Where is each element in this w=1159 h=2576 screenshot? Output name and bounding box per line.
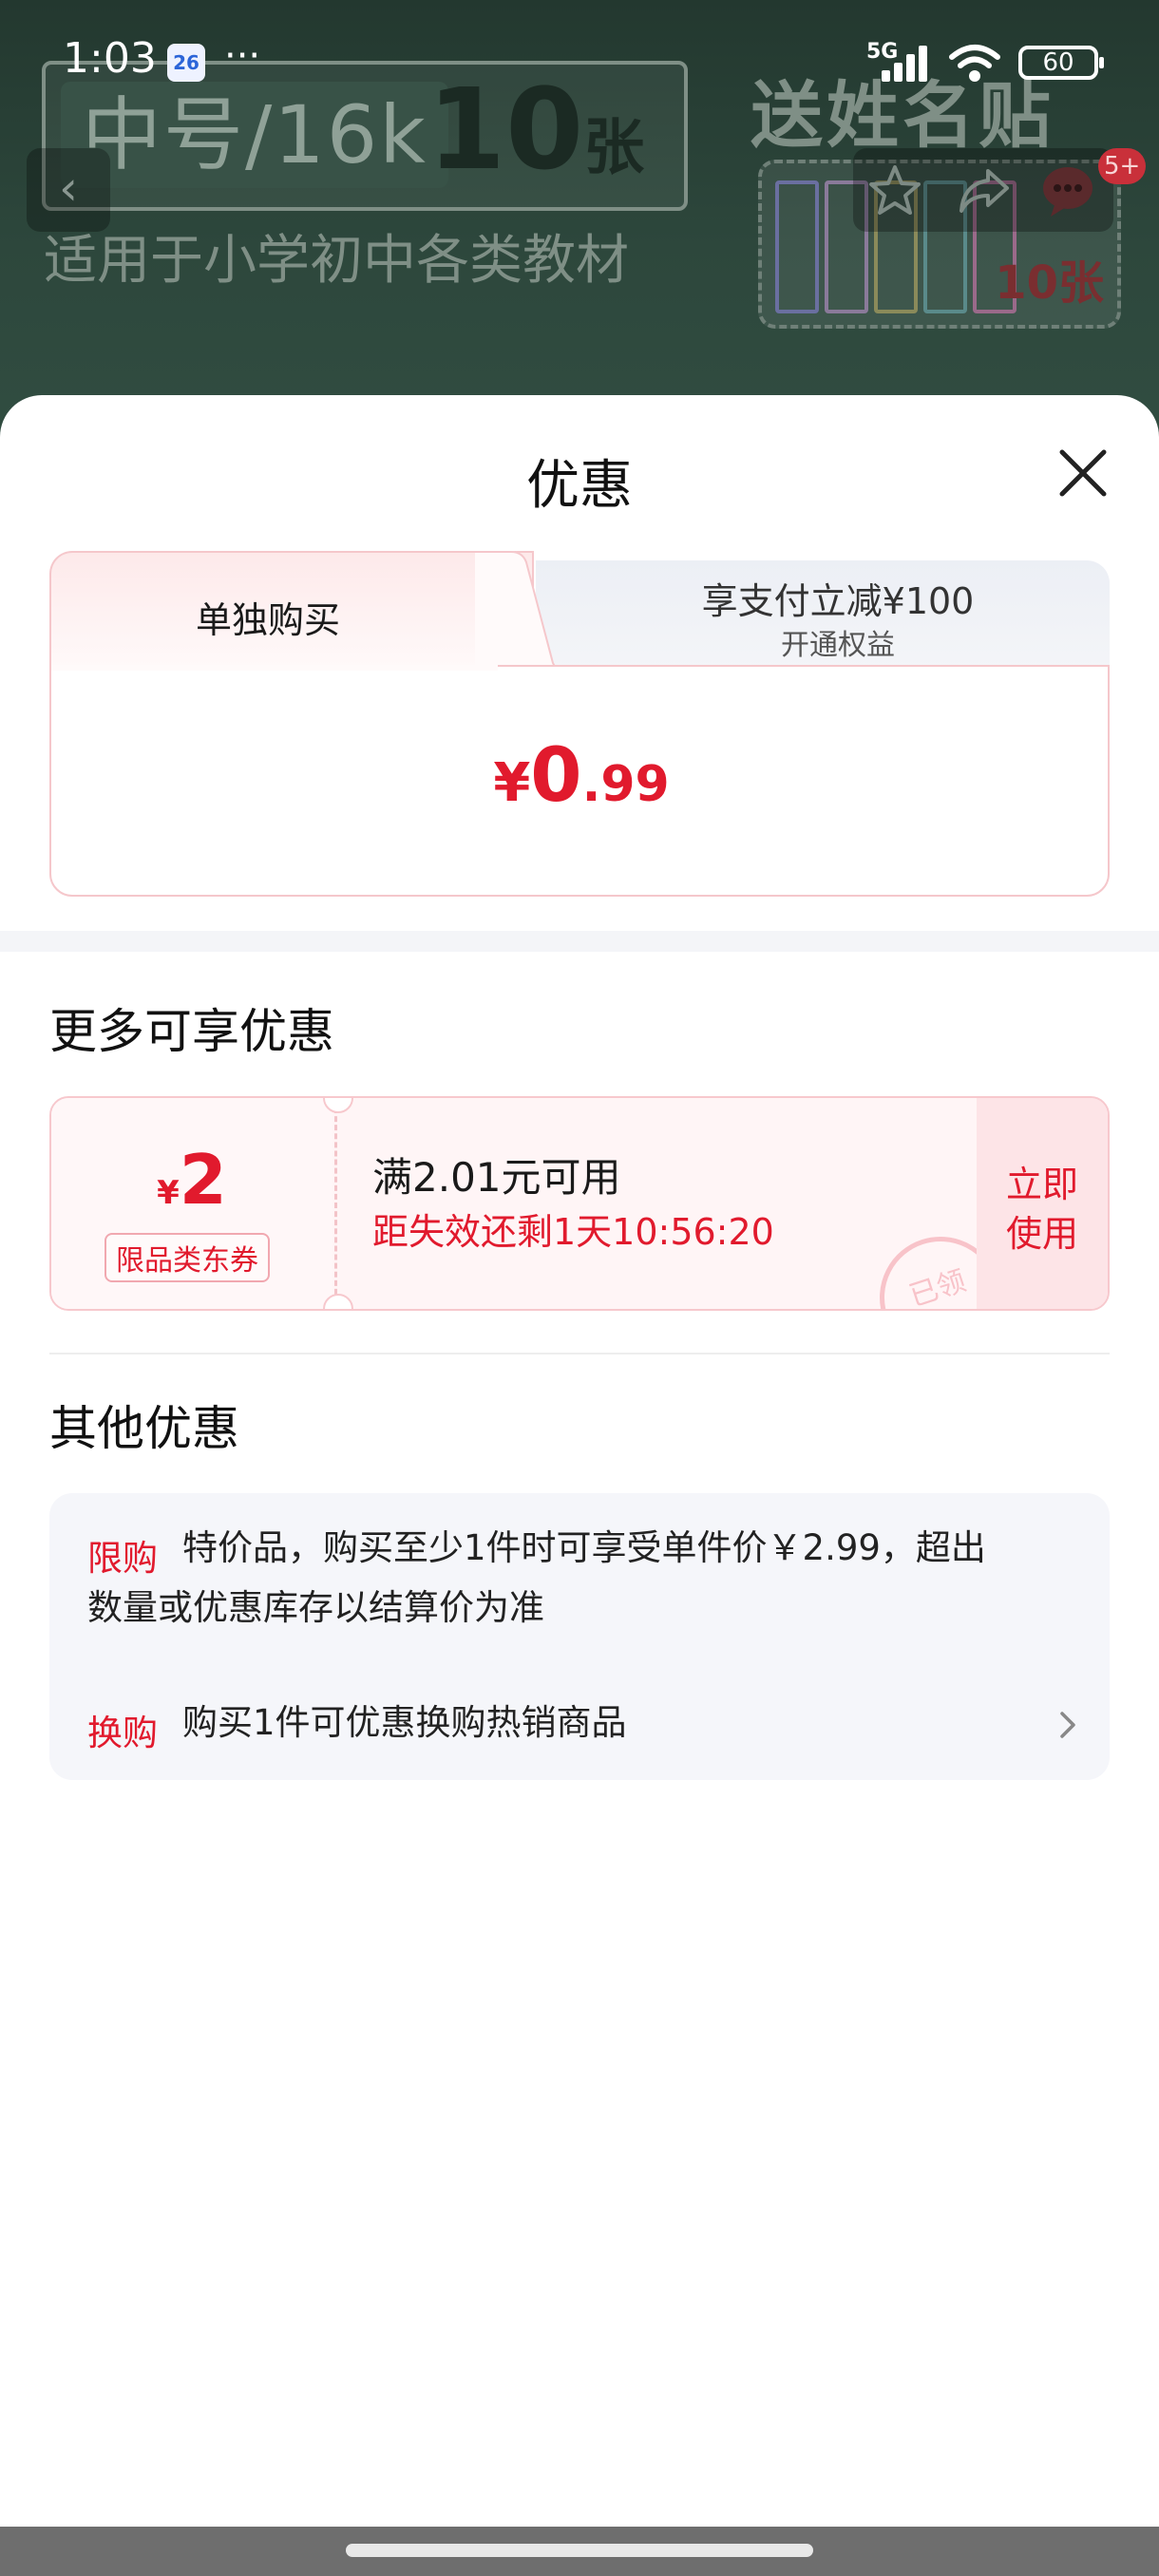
limit-purchase-text-2: 数量或优惠库存以结算价为准 xyxy=(87,1587,544,1628)
more-offers-title: 更多可享优惠 xyxy=(49,1004,334,1059)
offers-bottom-sheet: 优惠 享支付立减¥100 开通权益 单独购买 ¥0.99 更多可享优惠 ¥2 限… xyxy=(0,395,1159,2576)
close-icon[interactable] xyxy=(1049,439,1117,507)
calendar-icon: 26 xyxy=(167,44,205,82)
tab-single-purchase-label: 单独购买 xyxy=(195,599,340,641)
sheet-title: 优惠 xyxy=(526,455,633,517)
home-gesture-handle[interactable] xyxy=(346,2544,813,2557)
limit-purchase-tag: 限购 xyxy=(87,1538,158,1579)
system-nav-bar xyxy=(0,2527,1159,2576)
promo-count: 10张 xyxy=(995,256,1104,310)
section-divider xyxy=(0,931,1159,952)
tab-payment-discount-sub[interactable]: 开通权益 xyxy=(581,621,1094,663)
coupon-perforation xyxy=(334,1108,337,1303)
limit-purchase-text: 特价品，购买至少1件时可享受单件价￥2.99，超出 xyxy=(182,1527,986,1568)
coupon-condition: 满2.01元可用 xyxy=(372,1154,621,1201)
trade-in-text: 购买1件可优惠换购热销商品 xyxy=(182,1702,627,1743)
coupon-amount: ¥2 xyxy=(157,1140,227,1220)
status-time: 1:03 xyxy=(63,34,157,83)
message-icon[interactable] xyxy=(1039,161,1096,218)
use-coupon-label-2: 使用 xyxy=(1005,1213,1078,1255)
coupon-expire-countdown: 距失效还剩1天10:56:20 xyxy=(372,1211,774,1253)
signal-icon xyxy=(882,44,935,82)
coupon-notch-bottom xyxy=(323,1294,353,1309)
share-icon[interactable] xyxy=(956,161,1013,218)
use-coupon-button[interactable]: 立即 使用 xyxy=(977,1098,1108,1309)
price-body: ¥0.99 xyxy=(49,665,1110,897)
final-price: ¥0.99 xyxy=(493,733,670,819)
coupon-card[interactable]: ¥2 限品类东券 满2.01元可用 距失效还剩1天10:56:20 已领 立即 … xyxy=(49,1096,1110,1311)
message-badge: 5+ xyxy=(1098,148,1147,184)
chevron-right-icon[interactable] xyxy=(1051,1706,1085,1744)
status-bar: 1:03 26 ··· 5G 60 xyxy=(0,28,1159,95)
chevron-left-icon: ‹ xyxy=(59,161,78,216)
wifi-icon xyxy=(949,45,1000,82)
trade-in-tag: 换购 xyxy=(87,1713,158,1753)
battery-icon: 60 xyxy=(1018,46,1104,80)
coupon-value-panel: ¥2 限品类东券 xyxy=(51,1098,332,1309)
top-action-bar xyxy=(853,148,1113,232)
other-offers-title: 其他优惠 xyxy=(49,1401,239,1456)
coupon-type-tag: 限品类东券 xyxy=(104,1233,270,1282)
product-size-label: 中号/16k xyxy=(61,82,448,188)
divider xyxy=(49,1353,1110,1354)
tab-payment-discount[interactable]: 享支付立减¥100 xyxy=(581,572,1094,624)
back-button[interactable]: ‹ xyxy=(27,148,110,232)
more-notifications-icon: ··· xyxy=(224,34,261,78)
other-offers-panel: 限购 特价品，购买至少1件时可享受单件价￥2.99，超出 数量或优惠库存以结算价… xyxy=(49,1493,1110,1780)
product-subtitle: 适用于小学初中各类教材 xyxy=(44,230,629,292)
star-icon[interactable] xyxy=(866,161,923,218)
price-card: 享支付立减¥100 开通权益 单独购买 ¥0.99 xyxy=(49,551,1110,897)
use-coupon-label-1: 立即 xyxy=(1005,1164,1078,1205)
tab-divider-shape xyxy=(475,551,589,674)
